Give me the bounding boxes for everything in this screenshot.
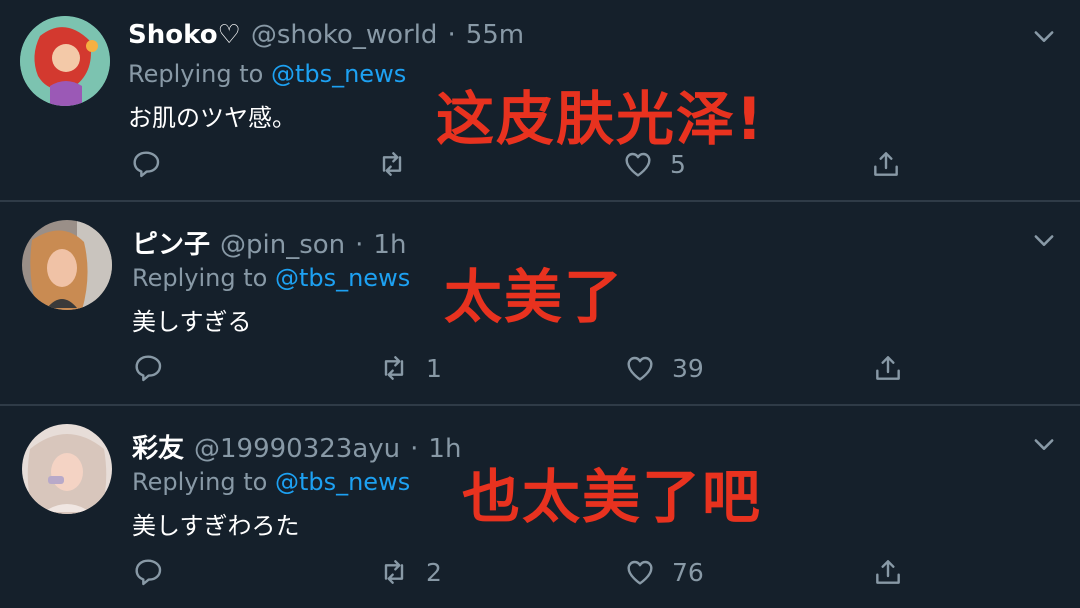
timestamp[interactable]: 55m xyxy=(466,20,524,50)
like-button[interactable]: 76 xyxy=(624,556,704,588)
user-handle[interactable]: @19990323ayu xyxy=(194,434,400,464)
retweet-button[interactable] xyxy=(376,148,424,180)
chevron-down-icon[interactable] xyxy=(1030,22,1058,50)
overlay-caption: 太美了 xyxy=(444,263,625,331)
tweet-text: 美しすぎわろた xyxy=(132,512,300,540)
retweet-count: 2 xyxy=(426,557,442,587)
tweet-1[interactable]: Shoko♡ @shoko_world · 55m Replying to @t… xyxy=(0,0,1080,202)
tweet-3[interactable]: 彩友 @19990323ayu · 1h Replying to @tbs_ne… xyxy=(0,406,1080,608)
chevron-down-icon[interactable] xyxy=(1030,226,1058,254)
retweet-icon xyxy=(384,356,404,380)
like-count: 39 xyxy=(672,353,704,383)
timestamp[interactable]: 1h xyxy=(373,230,406,260)
retweet-button[interactable]: 2 xyxy=(378,556,442,588)
like-icon xyxy=(627,356,653,381)
mention-link[interactable]: @tbs_news xyxy=(271,60,406,88)
share-button[interactable] xyxy=(870,148,902,180)
like-count: 76 xyxy=(672,557,704,587)
tweet-text: お肌のツヤ感。 xyxy=(128,104,296,132)
mention-link[interactable]: @tbs_news xyxy=(275,264,410,292)
replying-to: Replying to @tbs_news xyxy=(132,468,410,496)
share-icon xyxy=(874,152,898,176)
replying-to-label: Replying to xyxy=(132,264,275,292)
user-handle[interactable]: @shoko_world xyxy=(251,20,438,50)
reply-button[interactable] xyxy=(130,148,162,180)
display-name[interactable]: Shoko♡ xyxy=(128,20,241,50)
avatar[interactable] xyxy=(22,424,112,514)
avatar[interactable] xyxy=(20,16,110,106)
overlay-caption: 也太美了吧 xyxy=(462,463,763,531)
separator-dot: · xyxy=(447,20,456,50)
mention-link[interactable]: @tbs_news xyxy=(275,468,410,496)
avatar[interactable] xyxy=(22,220,112,310)
replying-to: Replying to @tbs_news xyxy=(128,60,406,88)
retweet-icon xyxy=(382,152,402,176)
retweet-icon xyxy=(384,560,404,584)
reply-button[interactable] xyxy=(132,556,164,588)
like-icon xyxy=(625,152,651,177)
display-name[interactable]: 彩友 xyxy=(132,428,184,465)
separator-dot: · xyxy=(355,230,364,260)
like-button[interactable]: 5 xyxy=(622,148,686,180)
like-button[interactable]: 39 xyxy=(624,352,704,384)
share-button[interactable] xyxy=(872,556,904,588)
separator-dot: · xyxy=(410,434,419,464)
overlay-caption: 这皮肤光泽! xyxy=(436,85,765,153)
replying-to-label: Replying to xyxy=(128,60,271,88)
share-icon xyxy=(876,356,900,380)
replying-to: Replying to @tbs_news xyxy=(132,264,410,292)
chevron-down-icon[interactable] xyxy=(1030,430,1058,458)
display-name[interactable]: ピン子 xyxy=(132,224,210,261)
reply-icon xyxy=(135,355,162,382)
tweet-2[interactable]: ピン子 @pin_son · 1h Replying to @tbs_news … xyxy=(0,202,1080,406)
like-count: 5 xyxy=(670,149,686,179)
timestamp[interactable]: 1h xyxy=(428,434,461,464)
tweet-text: 美しすぎる xyxy=(132,308,252,336)
reply-icon xyxy=(133,151,160,178)
replying-to-label: Replying to xyxy=(132,468,275,496)
retweet-button[interactable]: 1 xyxy=(378,352,442,384)
retweet-count: 1 xyxy=(426,353,442,383)
user-handle[interactable]: @pin_son xyxy=(220,230,345,260)
share-button[interactable] xyxy=(872,352,904,384)
reply-button[interactable] xyxy=(132,352,164,384)
share-icon xyxy=(876,560,900,584)
reply-icon xyxy=(135,559,162,586)
like-icon xyxy=(627,560,653,585)
